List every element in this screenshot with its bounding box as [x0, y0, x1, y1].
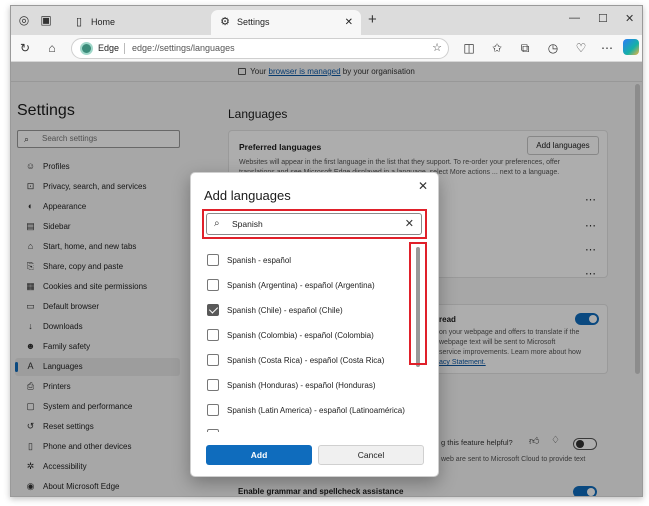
- history-icon[interactable]: ◷: [545, 40, 561, 56]
- tab-label: Home: [91, 17, 116, 27]
- add-button[interactable]: Add: [206, 445, 312, 465]
- checkbox[interactable]: [207, 354, 219, 366]
- checkbox[interactable]: [207, 429, 219, 432]
- language-option[interactable]: Spanish (Peru) - español (Perú): [203, 423, 408, 432]
- checkbox[interactable]: [207, 329, 219, 341]
- address-bar[interactable]: Edge edge://settings/languages ☆: [71, 38, 449, 59]
- language-option[interactable]: Spanish (Colombia) - español (Colombia): [203, 323, 408, 348]
- language-list: Spanish - español Spanish (Argentina) - …: [203, 248, 408, 432]
- language-label: Spanish (Argentina) - español (Argentina…: [227, 281, 375, 290]
- page-icon: ▯: [75, 16, 83, 28]
- checkbox[interactable]: [207, 254, 219, 266]
- language-option[interactable]: Spanish (Argentina) - español (Argentina…: [203, 273, 408, 298]
- checkbox-checked[interactable]: [207, 304, 219, 316]
- language-label: Spanish (Honduras) - español (Honduras): [227, 381, 376, 390]
- language-label: Spanish - español: [227, 256, 292, 265]
- close-icon[interactable]: ✕: [418, 179, 428, 193]
- more-options-icon[interactable]: ⋯: [599, 40, 615, 56]
- search-highlight-box: [202, 209, 427, 239]
- maximize-icon[interactable]: ☐: [598, 12, 608, 25]
- home-icon[interactable]: ⌂: [44, 40, 60, 56]
- close-window-icon[interactable]: ✕: [625, 12, 634, 25]
- browser-essentials-icon[interactable]: ♡: [573, 40, 589, 56]
- split-screen-icon[interactable]: ◫: [461, 40, 477, 56]
- tab-label: Settings: [237, 17, 270, 27]
- language-option[interactable]: Spanish (Costa Rica) - español (Costa Ri…: [203, 348, 408, 373]
- refresh-icon[interactable]: ↻: [17, 40, 33, 56]
- checkbox[interactable]: [207, 279, 219, 291]
- cancel-button[interactable]: Cancel: [318, 445, 424, 465]
- tab-home[interactable]: ▯ Home: [65, 10, 211, 35]
- language-label: Spanish (Chile) - español (Chile): [227, 306, 343, 315]
- language-label: Spanish (Colombia) - español (Colombia): [227, 331, 374, 340]
- language-label: Spanish (Costa Rica) - español (Costa Ri…: [227, 356, 385, 365]
- new-tab-button[interactable]: +: [368, 10, 377, 30]
- favorites-icon[interactable]: ✩: [489, 40, 505, 56]
- address-brand: Edge: [98, 43, 120, 53]
- workspaces-icon[interactable]: ◎: [17, 13, 31, 27]
- copilot-icon[interactable]: [623, 39, 639, 55]
- dialog-title: Add languages: [204, 188, 291, 203]
- checkbox[interactable]: [207, 404, 219, 416]
- language-option[interactable]: Spanish (Honduras) - español (Honduras): [203, 373, 408, 398]
- close-tab-icon[interactable]: ✕: [345, 10, 353, 35]
- tab-actions-icon[interactable]: ▣: [39, 13, 53, 27]
- language-option[interactable]: Spanish - español: [203, 248, 408, 273]
- tab-settings[interactable]: ⚙ Settings ✕: [211, 10, 361, 35]
- language-label: Spanish (Latin America) - español (Latin…: [227, 406, 405, 415]
- minimize-icon[interactable]: —: [569, 12, 580, 24]
- language-label: Spanish (Peru) - español (Perú): [227, 423, 340, 432]
- edge-logo-icon: [80, 42, 93, 55]
- add-languages-dialog: Add languages ✕ ⌕ Spanish ✕ Spanish - es…: [190, 172, 439, 477]
- address-url: edge://settings/languages: [132, 43, 235, 53]
- scrollbar-highlight-box: [409, 242, 427, 365]
- divider: [124, 43, 125, 54]
- collections-icon[interactable]: ⧉: [517, 40, 533, 56]
- language-option[interactable]: Spanish (Latin America) - español (Latin…: [203, 398, 408, 423]
- favorite-star-icon[interactable]: ☆: [432, 39, 442, 58]
- gear-icon: ⚙: [220, 16, 230, 28]
- checkbox[interactable]: [207, 379, 219, 391]
- language-option[interactable]: Spanish (Chile) - español (Chile): [203, 298, 408, 323]
- tab-strip: ◎ ▣ ▯ Home ⚙ Settings ✕ + — ☐ ✕: [11, 6, 642, 35]
- navigation-bar: ↻ ⌂ Edge edge://settings/languages ☆ ◫ ✩…: [11, 35, 642, 62]
